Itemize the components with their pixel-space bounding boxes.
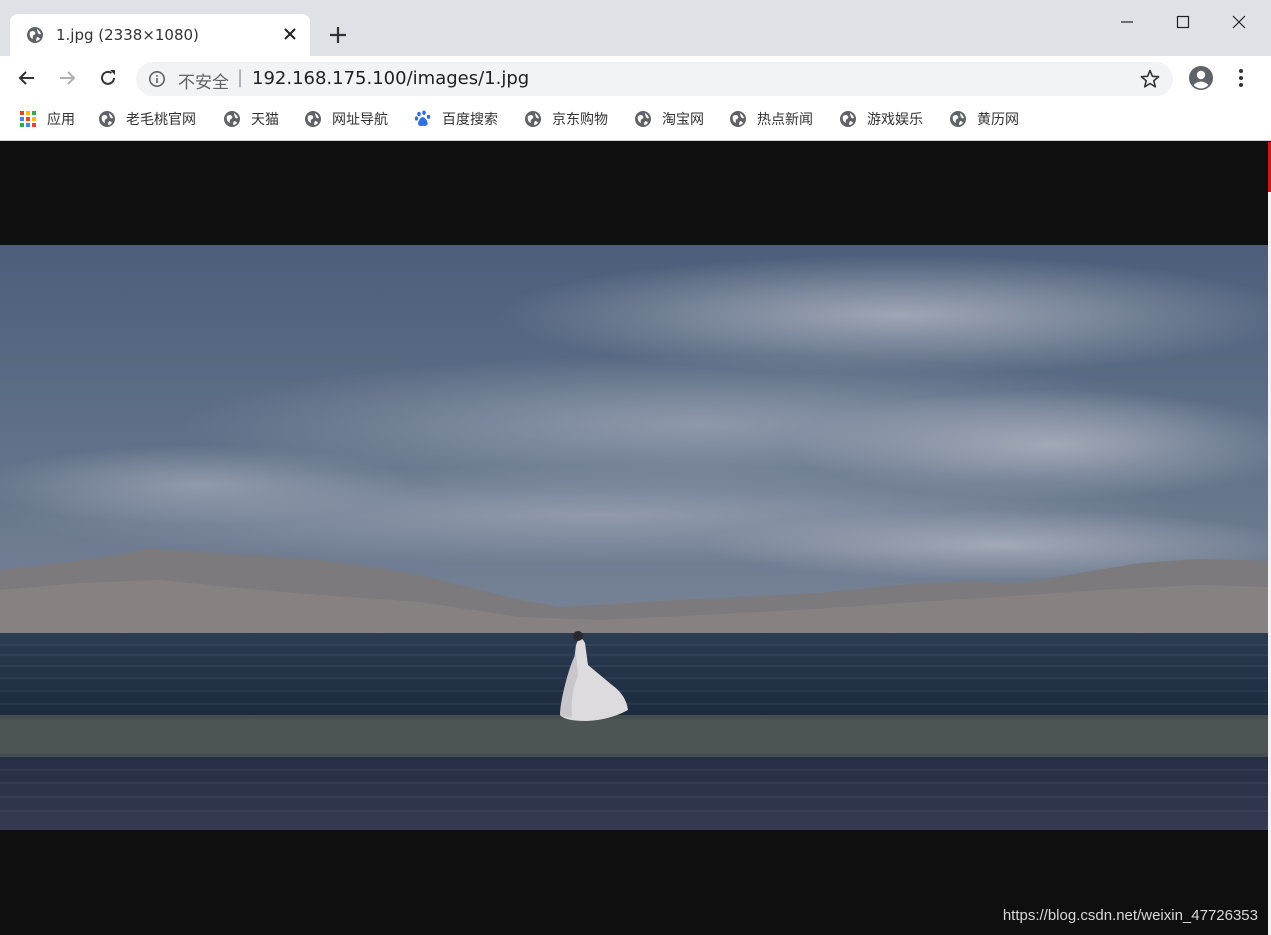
tab-title: 1.jpg (2338×1080) [56, 26, 199, 44]
globe-icon [224, 111, 240, 127]
bookmark-label: 京东购物 [552, 112, 608, 128]
toolbar: 不安全 | 192.168.175.100/images/1.jpg [0, 56, 1271, 100]
address-bar[interactable]: 不安全 | 192.168.175.100/images/1.jpg [136, 62, 1173, 96]
globe-icon [305, 111, 321, 127]
security-label: 不安全 [178, 73, 229, 93]
bookmark-games[interactable]: 游戏娱乐 [839, 108, 923, 130]
forward-button[interactable] [53, 64, 81, 92]
globe-icon [525, 111, 541, 127]
bookmark-label: 黄历网 [977, 112, 1019, 128]
bookmark-calendar[interactable]: 黄历网 [949, 108, 1019, 130]
bookmark-label: 网址导航 [332, 112, 388, 128]
bookmark-label: 老毛桃官网 [126, 112, 196, 128]
bookmark-news[interactable]: 热点新闻 [729, 108, 813, 130]
globe-icon [730, 111, 746, 127]
star-icon[interactable] [1139, 68, 1161, 90]
bookmark-tmall[interactable]: 天猫 [223, 108, 279, 130]
reload-button[interactable] [94, 64, 122, 92]
active-tab[interactable]: 1.jpg (2338×1080) [10, 14, 310, 56]
maximize-button[interactable] [1160, 8, 1206, 36]
info-icon[interactable] [148, 70, 166, 88]
bookmark-label: 游戏娱乐 [867, 112, 923, 128]
browser-window: 1.jpg (2338×1080) 不安全 | 192.168.175.100/… [0, 0, 1271, 935]
arrow-right-icon [60, 71, 76, 85]
globe-icon [99, 111, 115, 127]
more-menu-icon[interactable] [1230, 65, 1252, 91]
new-tab-button[interactable] [324, 21, 352, 49]
page-viewport: https://blog.csdn.net/weixin_47726353 [0, 142, 1268, 932]
bookmark-label: 天猫 [251, 112, 279, 128]
minimize-button[interactable] [1104, 8, 1150, 36]
omnibox-separator: | [237, 67, 244, 88]
tab-strip: 1.jpg (2338×1080) [0, 0, 1271, 56]
bookmark-label: 淘宝网 [662, 112, 704, 128]
watermark-text: https://blog.csdn.net/weixin_47726353 [1002, 907, 1258, 924]
bookmark-nav[interactable]: 网址导航 [304, 108, 388, 130]
bookmark-apps[interactable]: 应用 [19, 108, 75, 130]
back-button[interactable] [13, 64, 41, 92]
reload-icon [101, 70, 115, 85]
displayed-image[interactable] [0, 245, 1268, 830]
bookmark-label: 应用 [47, 112, 75, 128]
url-text[interactable]: 192.168.175.100/images/1.jpg [252, 68, 529, 89]
bookmark-laomaotao[interactable]: 老毛桃官网 [98, 108, 196, 130]
profile-icon[interactable] [1188, 65, 1214, 91]
bookmark-taobao[interactable]: 淘宝网 [634, 108, 704, 130]
bookmark-label: 百度搜索 [442, 112, 498, 128]
bookmark-jd[interactable]: 京东购物 [524, 108, 608, 130]
apps-grid-icon [20, 111, 36, 127]
globe-icon [635, 111, 651, 127]
bookmark-label: 热点新闻 [757, 112, 813, 128]
globe-icon [840, 111, 856, 127]
globe-icon [27, 27, 43, 43]
arrow-left-icon [18, 71, 34, 85]
globe-icon [950, 111, 966, 127]
tab-close-icon[interactable] [280, 24, 300, 44]
bookmarks-bar: 应用 老毛桃官网 天猫 网址导航 百度搜索 京东购物 淘宝网 热点新闻 游戏娱乐… [0, 100, 1271, 141]
bookmark-baidu[interactable]: 百度搜索 [414, 108, 498, 130]
close-window-button[interactable] [1216, 8, 1262, 36]
baidu-paw-icon [414, 110, 431, 127]
